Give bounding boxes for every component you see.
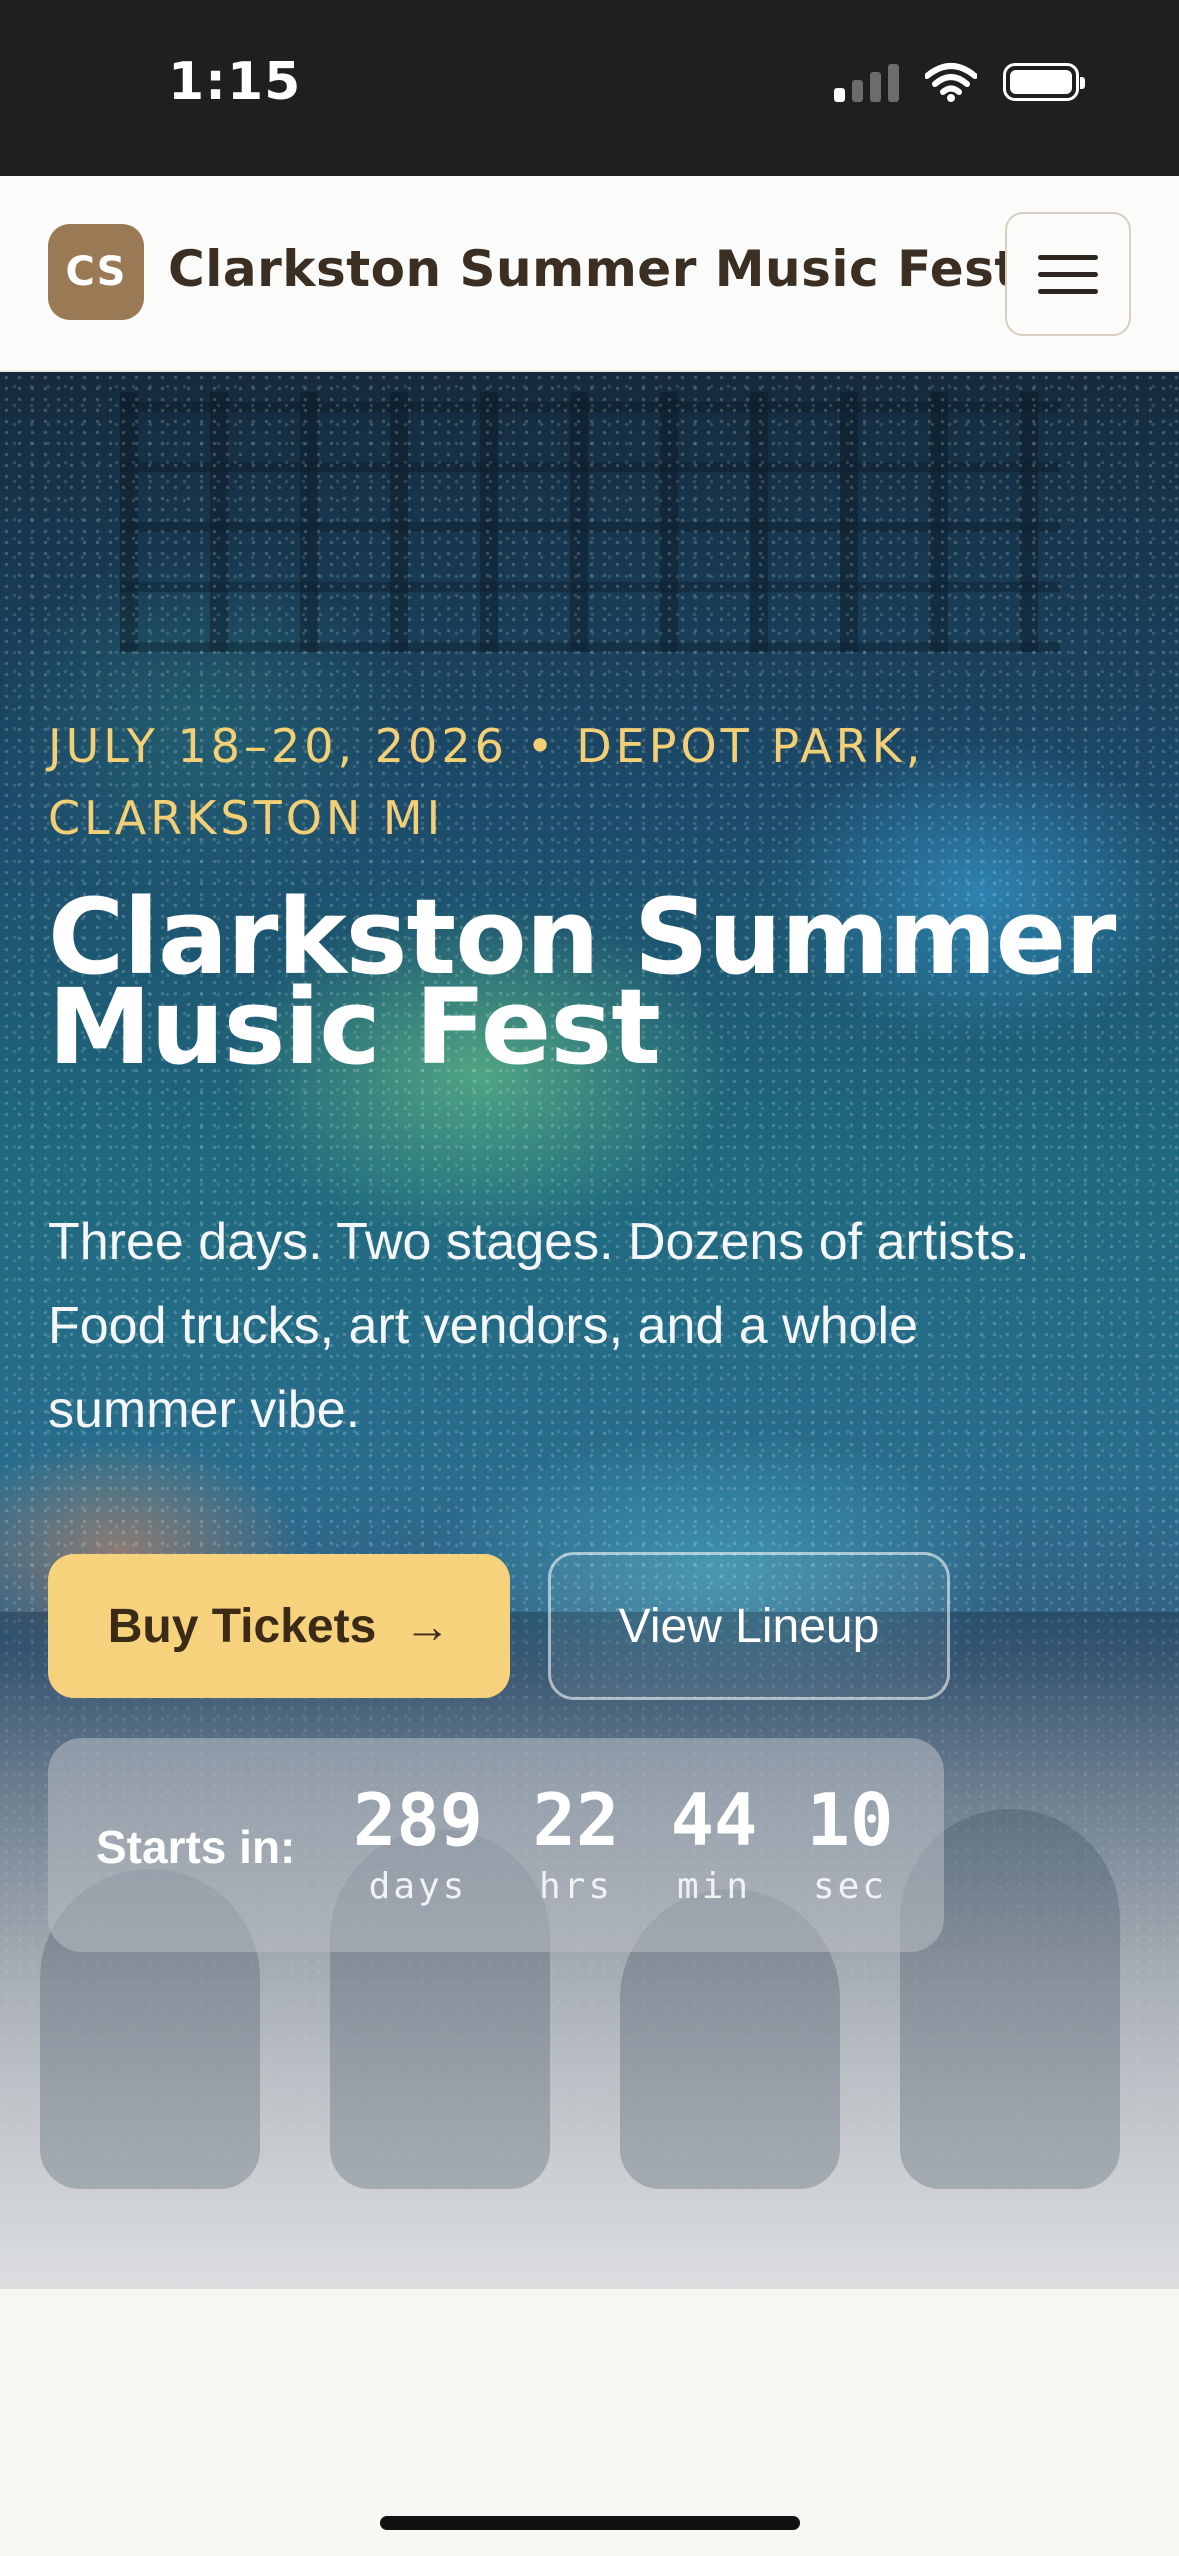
- hamburger-icon-line: [1038, 271, 1098, 277]
- countdown-days: 289 days: [348, 1778, 488, 1907]
- countdown-timer: Starts in: 289 days 22 hrs 44 min 10 sec: [48, 1738, 944, 1952]
- buy-tickets-button[interactable]: Buy Tickets →: [48, 1554, 510, 1698]
- status-time: 1:15: [168, 52, 302, 112]
- buy-tickets-label: Buy Tickets: [107, 1599, 377, 1653]
- countdown-days-caption: days: [368, 1866, 468, 1907]
- site-header: CS Clarkston Summer Music Fest: [0, 176, 1179, 372]
- countdown-hours-caption: hrs: [538, 1866, 614, 1907]
- home-indicator[interactable]: [380, 2516, 800, 2530]
- view-lineup-button[interactable]: View Lineup: [548, 1552, 950, 1700]
- countdown-hours: 22 hrs: [506, 1778, 646, 1907]
- view-lineup-label: View Lineup: [618, 1599, 880, 1653]
- hero-title: Clarkston Summer Music Fest: [48, 876, 1116, 1088]
- cellular-signal-icon: [834, 62, 899, 102]
- countdown-seconds: 10 sec: [780, 1778, 920, 1907]
- countdown-label: Starts in:: [96, 1821, 296, 1873]
- menu-button[interactable]: [1005, 212, 1131, 336]
- arrow-right-icon: →: [404, 1600, 451, 1652]
- countdown-hours-value: 22: [532, 1778, 620, 1862]
- hero-subtitle: Three days. Two stages. Dozens of artist…: [48, 1213, 1030, 1439]
- site-title[interactable]: Clarkston Summer Music Fest: [168, 240, 1019, 298]
- countdown-seconds-caption: sec: [812, 1866, 888, 1907]
- countdown-days-value: 289: [352, 1778, 484, 1862]
- wifi-icon: [925, 63, 977, 102]
- status-icons: [834, 62, 1085, 102]
- countdown-seconds-value: 10: [806, 1778, 894, 1862]
- countdown-minutes: 44 min: [644, 1778, 784, 1907]
- hero-section: JULY 18–20, 2026 • DEPOT PARK, CLARKSTON…: [0, 372, 1179, 2289]
- logo-badge[interactable]: CS: [48, 224, 144, 320]
- battery-icon: [1003, 63, 1085, 101]
- event-date-location: JULY 18–20, 2026 • DEPOT PARK, CLARKSTON…: [48, 719, 925, 845]
- countdown-minutes-caption: min: [676, 1866, 752, 1907]
- hamburger-icon-line: [1038, 288, 1098, 294]
- status-bar: 1:15: [0, 0, 1179, 176]
- countdown-minutes-value: 44: [670, 1778, 758, 1862]
- hamburger-icon: [1038, 254, 1098, 260]
